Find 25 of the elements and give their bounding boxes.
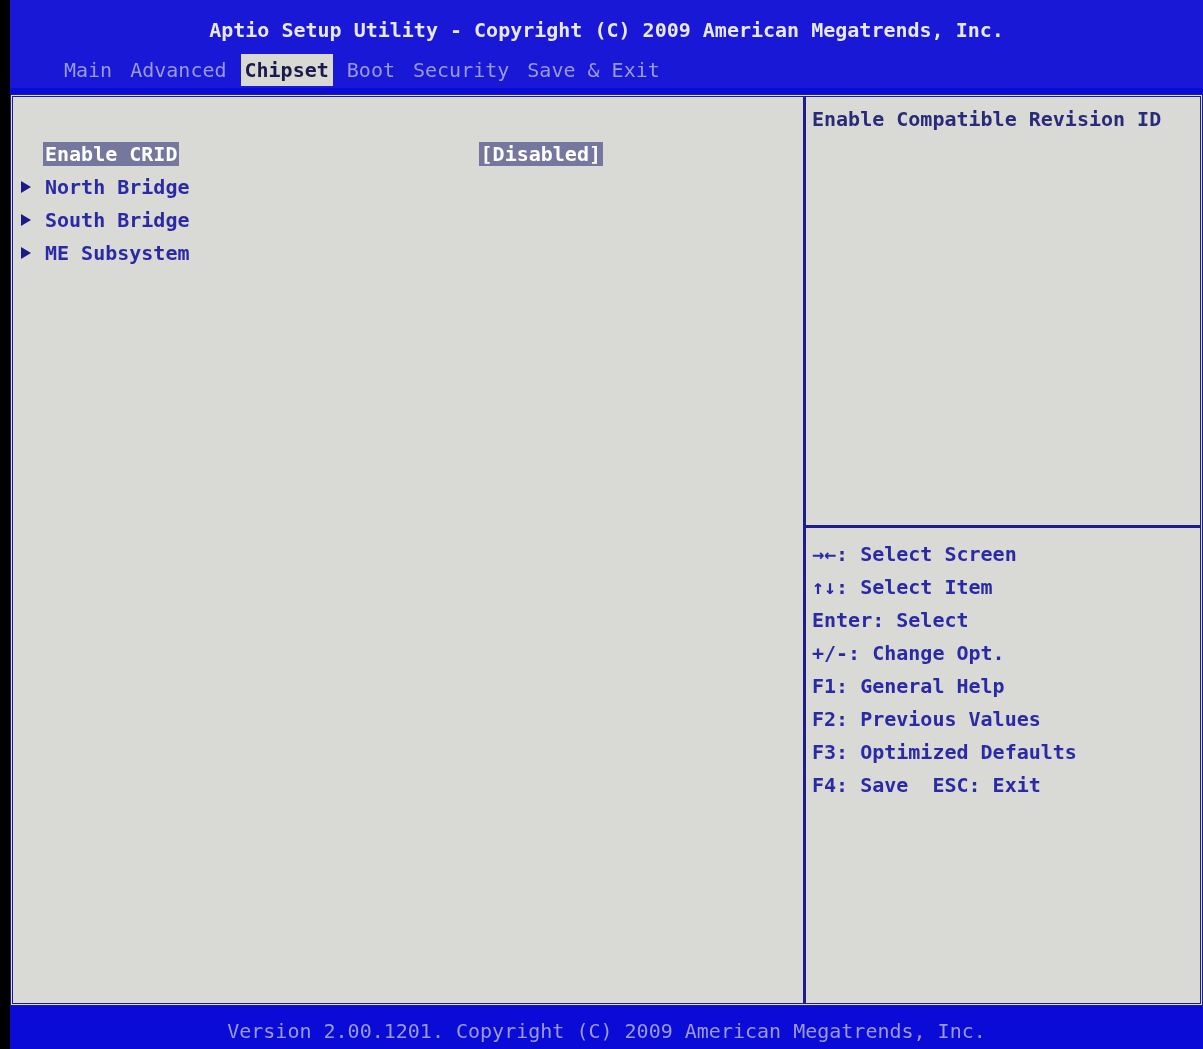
key-help-line: F2: Previous Values <box>812 707 1042 733</box>
key-help-line: +/-: Change Opt. <box>812 641 1006 667</box>
menu-tab[interactable]: Chipset <box>240 54 333 86</box>
menu-tab[interactable]: Save & Exit <box>523 54 664 86</box>
submenu-arrow-icon <box>21 180 31 193</box>
window-title: Aptio Setup Utility - Copyright (C) 2009 American Megatrends, Inc. <box>208 17 1005 44</box>
submenu-item[interactable]: North Bridge <box>45 174 190 199</box>
key-help-line: →←: Select Screen <box>812 542 1018 568</box>
menu-tab[interactable]: Advanced <box>126 54 231 86</box>
key-help-line: Enter: Select <box>812 608 970 634</box>
setting-label[interactable]: Enable CRID <box>43 141 180 166</box>
setting-value[interactable]: [Disabled] <box>478 141 603 166</box>
key-help-line: F3: Optimized Defaults <box>812 740 1078 766</box>
menu-tab[interactable]: Security <box>408 54 514 86</box>
version-text: Version 2.00.1201. Copyright (C) 2009 American Megatrends, Inc. <box>227 1018 986 1043</box>
submenu-arrow-icon <box>21 213 31 226</box>
help-text: Enable Compatible Revision ID <box>812 107 1162 131</box>
menu-tab[interactable]: Main <box>60 54 117 86</box>
submenu-item[interactable]: South Bridge <box>45 207 190 232</box>
submenu-item[interactable]: ME Subsystem <box>45 240 190 265</box>
menu-tab[interactable]: Boot <box>342 54 399 86</box>
submenu-arrow-icon <box>21 246 31 259</box>
key-help-line: ↑↓: Select Item <box>812 575 994 601</box>
key-help-line: F1: General Help <box>812 674 1006 700</box>
key-help-line: F4: Save ESC: Exit <box>812 773 1042 799</box>
